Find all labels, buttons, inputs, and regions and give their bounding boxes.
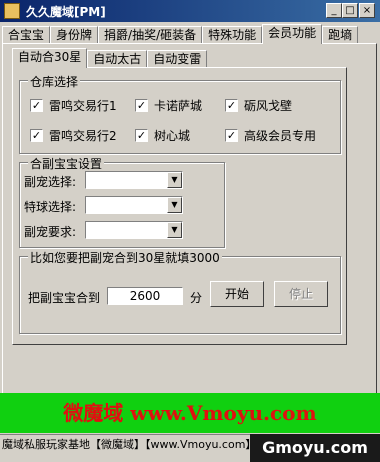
tab-merge-pet[interactable]: 合宝宝 — [2, 26, 51, 44]
checkbox[interactable]: ✓ — [225, 129, 238, 142]
app-icon — [4, 3, 20, 19]
warehouse-option-3[interactable]: ✓ 砺风戈壁 — [225, 97, 292, 114]
warehouse-legend: 仓库选择 — [28, 73, 81, 90]
start-button[interactable]: 开始 — [210, 281, 264, 307]
special-ball-select[interactable]: ▼ — [85, 196, 183, 214]
merge-score-input[interactable]: 2600 — [107, 287, 183, 305]
tab-donate-lottery[interactable]: 捐爵/抽奖/砸装备 — [98, 26, 203, 44]
pet-settings-group: 合副宝宝设置 副宠选择: ▼ 特球选择: ▼ 副宠要求: ▼ — [19, 155, 225, 248]
merge-to-label: 把副宝宝合到 — [28, 291, 101, 305]
warehouse-option-5[interactable]: ✓ 树心城 — [135, 127, 190, 144]
merge-group: 比如您要把副宠合到30星就填3000 把副宝宝合到 2600 分 开始 停止 — [19, 249, 341, 334]
close-button[interactable]: × — [359, 3, 375, 18]
window-body: 合宝宝 身份牌 捐爵/抽奖/砸装备 特殊功能 会员功能 跑墒 自动合30星 自动… — [0, 22, 380, 462]
chevron-down-icon[interactable]: ▼ — [167, 222, 182, 238]
chevron-down-icon[interactable]: ▼ — [167, 197, 182, 213]
subtab-auto-30-star[interactable]: 自动合30星 — [12, 48, 88, 68]
main-tabs: 合宝宝 身份牌 捐爵/抽奖/砸装备 特殊功能 会员功能 跑墒 — [2, 24, 359, 44]
chevron-down-icon[interactable]: ▼ — [167, 172, 182, 188]
watermark: Gmoyu.com — [250, 434, 380, 462]
window-title: 久久魔域[PM] — [26, 5, 106, 19]
special-ball-label: 特球选择: — [24, 200, 77, 214]
sub-pet-requirement-label: 副宠要求: — [24, 225, 77, 239]
tab-special[interactable]: 特殊功能 — [202, 26, 263, 44]
merge-legend: 比如您要把副宠合到30星就填3000 — [28, 249, 222, 266]
sub-pet-label: 副宠选择: — [24, 175, 77, 189]
warehouse-option-6[interactable]: ✓ 高级会员专用 — [225, 127, 316, 144]
pet-settings-legend: 合副宝宝设置 — [28, 155, 105, 172]
minimize-button[interactable]: _ — [326, 3, 342, 18]
tab-identity-card[interactable]: 身份牌 — [50, 26, 99, 44]
stop-button[interactable]: 停止 — [274, 281, 328, 307]
tab-run[interactable]: 跑墒 — [322, 26, 359, 44]
maximize-button[interactable]: □ — [342, 3, 358, 18]
title-bar: 久久魔域[PM] _ □ × — [0, 0, 380, 22]
subtab-auto-taigu[interactable]: 自动太古 — [87, 50, 148, 68]
score-unit-label: 分 — [190, 291, 203, 305]
auto-30-star-panel: 仓库选择 ✓ 雷鸣交易行1 ✓ 卡诺萨城 ✓ 砺风戈壁 ✓ 雷鸣交易行2 ✓ 树心城 ✓ 高… — [12, 67, 347, 345]
checkbox[interactable]: ✓ — [30, 129, 43, 142]
warehouse-group: 仓库选择 ✓ 雷鸣交易行1 ✓ 卡诺萨城 ✓ 砺风戈壁 ✓ 雷鸣交易行2 ✓ 树心城 ✓ 高… — [19, 73, 341, 154]
checkbox[interactable]: ✓ — [135, 129, 148, 142]
checkbox[interactable]: ✓ — [135, 99, 148, 112]
sub-pet-requirement-select[interactable]: ▼ — [85, 221, 183, 239]
ad-banner[interactable]: 微魔域 www.Vmoyu.com — [0, 393, 380, 433]
sub-pet-select[interactable]: ▼ — [85, 171, 183, 189]
warehouse-option-1[interactable]: ✓ 雷鸣交易行1 — [30, 97, 117, 114]
warehouse-option-4[interactable]: ✓ 雷鸣交易行2 — [30, 127, 117, 144]
tab-member[interactable]: 会员功能 — [262, 24, 323, 44]
sub-tabs: 自动合30星 自动太古 自动变雷 — [12, 48, 208, 68]
checkbox[interactable]: ✓ — [30, 99, 43, 112]
warehouse-option-2[interactable]: ✓ 卡诺萨城 — [135, 97, 202, 114]
subtab-auto-thunder[interactable]: 自动变雷 — [147, 50, 208, 68]
checkbox[interactable]: ✓ — [225, 99, 238, 112]
